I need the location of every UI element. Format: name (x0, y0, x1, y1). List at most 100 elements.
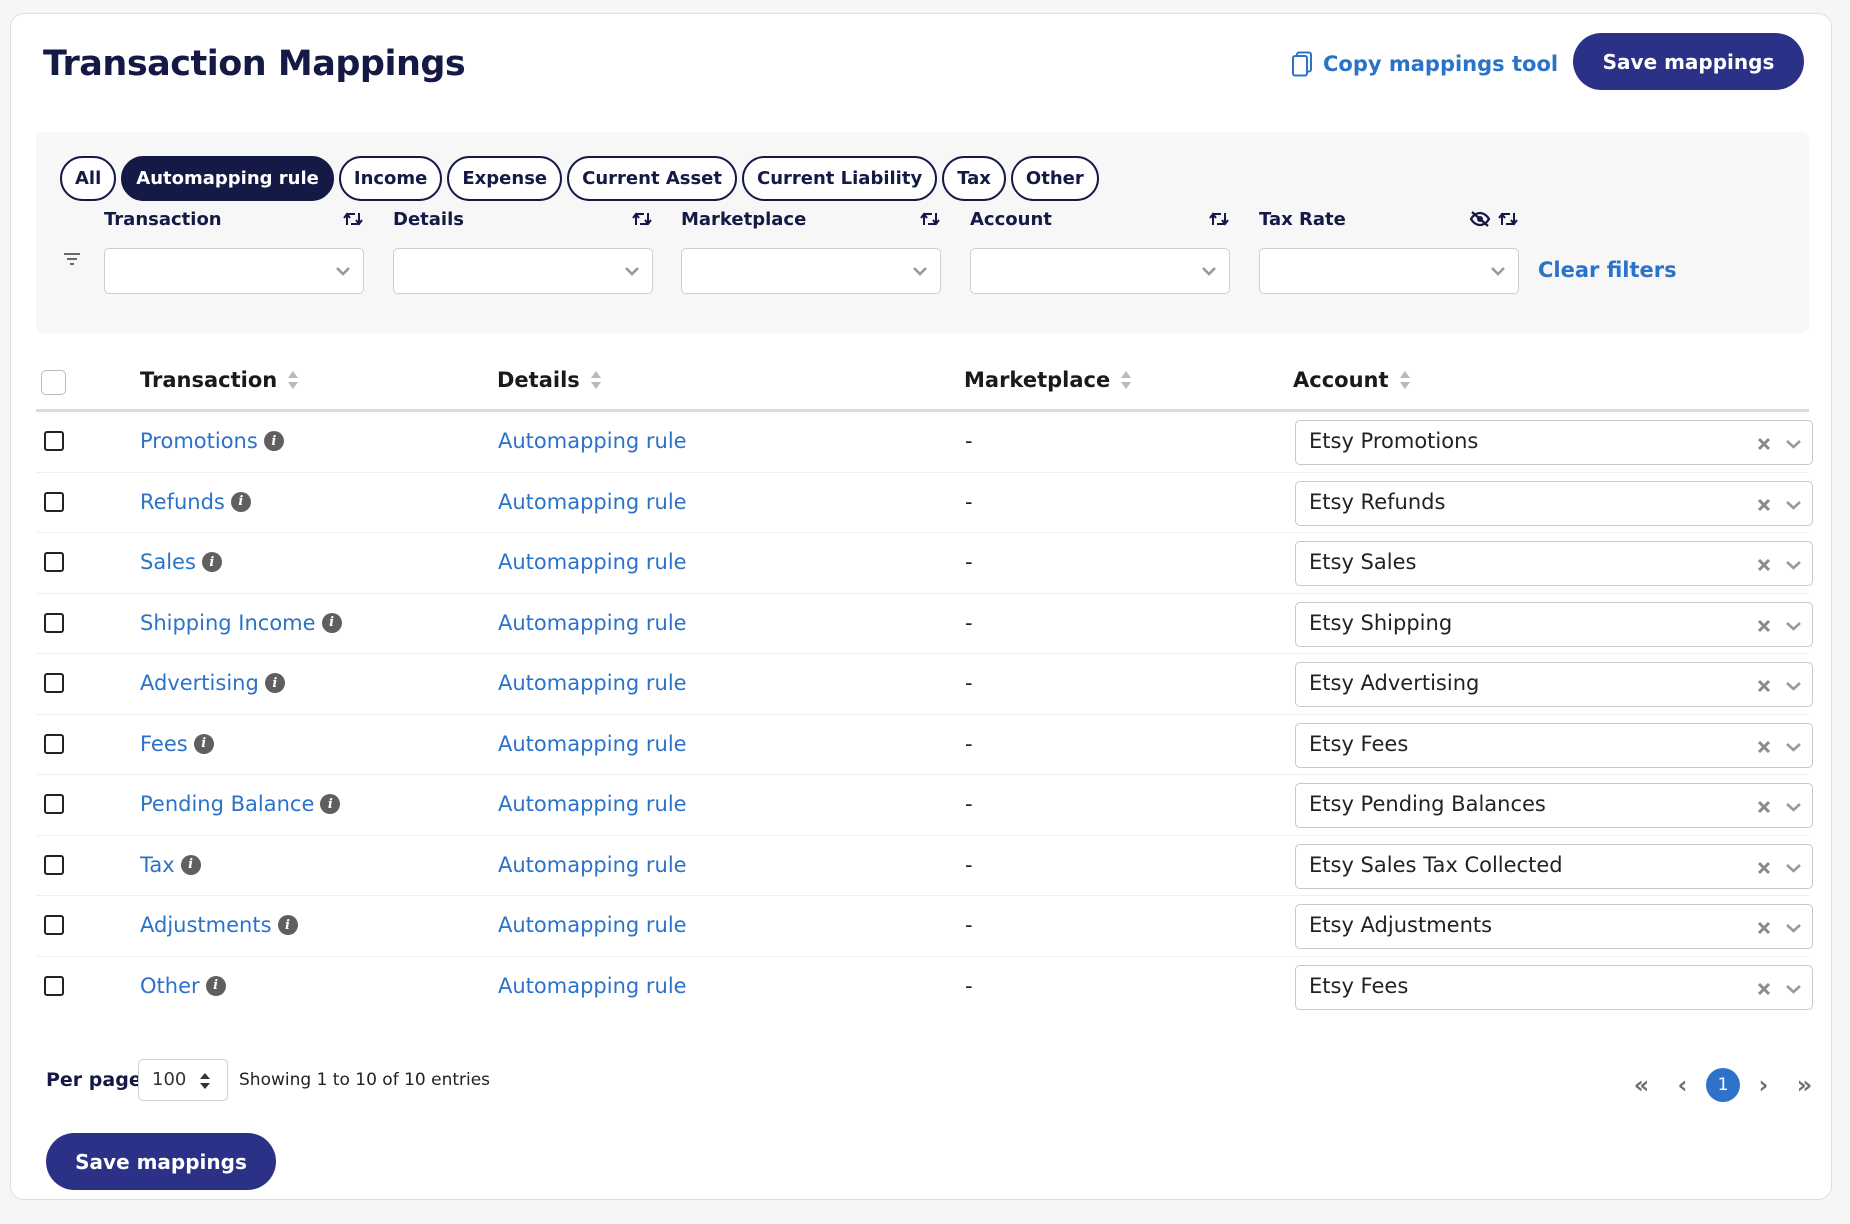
sort-icon (1399, 371, 1410, 389)
clear-icon[interactable] (1756, 497, 1772, 513)
account-select[interactable]: Etsy Adjustments (1295, 904, 1813, 949)
row-checkbox[interactable] (44, 673, 64, 693)
per-page-select[interactable]: 100 (138, 1059, 228, 1101)
row-checkbox[interactable] (44, 431, 64, 451)
save-mappings-button-bottom[interactable]: Save mappings (46, 1133, 276, 1190)
info-icon[interactable]: i (201, 552, 222, 572)
transaction-link[interactable]: Advertising (140, 671, 259, 695)
column-header-marketplace[interactable]: Marketplace (964, 368, 1132, 392)
copy-mappings-tool-link[interactable]: Copy mappings tool (1291, 44, 1558, 84)
row-checkbox[interactable] (44, 975, 64, 996)
transaction-link[interactable]: Pending Balance (140, 792, 314, 816)
clear-icon[interactable] (1756, 436, 1772, 452)
clear-icon[interactable] (1756, 860, 1772, 876)
account-select[interactable]: Etsy Promotions (1295, 420, 1813, 465)
next-page-button[interactable]: › (1743, 1067, 1784, 1103)
info-icon[interactable]: i (321, 612, 342, 633)
pill-current-asset[interactable]: Current Asset (567, 156, 737, 201)
clear-icon[interactable] (1756, 678, 1772, 694)
row-checkbox[interactable] (44, 915, 64, 935)
column-header-details[interactable]: Details (497, 368, 602, 392)
pill-income[interactable]: Income (338, 156, 443, 201)
row-checkbox[interactable] (44, 854, 64, 875)
row-checkbox[interactable] (44, 612, 64, 633)
transaction-link[interactable]: Refunds (140, 490, 225, 514)
account-select[interactable]: Etsy Fees (1295, 722, 1813, 768)
info-icon[interactable]: i (277, 915, 298, 935)
filter-header: Marketplace (681, 204, 941, 234)
pill-automapping-rule[interactable]: Automapping rule (121, 156, 334, 201)
pill-all[interactable]: All (60, 156, 117, 201)
clear-icon[interactable] (1756, 920, 1772, 936)
details-link[interactable]: Automapping rule (498, 732, 687, 756)
column-header-account[interactable]: Account (1293, 368, 1411, 392)
details-link[interactable]: Automapping rule (498, 671, 687, 695)
account-select[interactable]: Etsy Shipping (1295, 601, 1813, 647)
chevron-down-icon (1786, 500, 1801, 510)
details-link[interactable]: Automapping rule (498, 611, 687, 635)
filter-select-tax-rate[interactable] (1259, 248, 1519, 294)
clear-icon[interactable] (1756, 981, 1772, 997)
details-link[interactable]: Automapping rule (498, 429, 687, 453)
info-icon[interactable]: i (320, 794, 341, 814)
info-icon[interactable]: i (230, 491, 251, 512)
sort-swap-icon[interactable] (1208, 211, 1230, 227)
transaction-link[interactable]: Promotions (140, 429, 258, 453)
transaction-link[interactable]: Sales (140, 550, 196, 574)
first-page-button[interactable]: « (1621, 1067, 1662, 1103)
info-icon[interactable]: i (180, 854, 201, 875)
pill-current-liability[interactable]: Current Liability (741, 156, 938, 201)
eye-slash-icon[interactable] (1469, 211, 1491, 227)
clear-icon[interactable] (1756, 618, 1772, 634)
save-mappings-button-top[interactable]: Save mappings (1573, 33, 1804, 90)
sort-swap-icon[interactable] (919, 211, 941, 227)
pill-tax[interactable]: Tax (942, 156, 1006, 201)
filter-select-details[interactable] (393, 248, 653, 294)
details-link[interactable]: Automapping rule (498, 913, 687, 937)
row-checkbox[interactable] (44, 794, 64, 814)
filter-select-marketplace[interactable] (681, 248, 941, 294)
sort-swap-icon[interactable] (1497, 211, 1519, 227)
pill-expense[interactable]: Expense (447, 156, 563, 201)
filter-header: Tax Rate (1259, 204, 1519, 234)
account-select[interactable]: Etsy Refunds (1295, 480, 1813, 526)
previous-page-button[interactable]: ‹ (1662, 1067, 1703, 1103)
current-page-button[interactable]: 1 (1706, 1068, 1740, 1102)
filter-lines-icon[interactable] (63, 252, 81, 266)
last-page-button[interactable]: » (1784, 1067, 1825, 1103)
transaction-link[interactable]: Other (140, 974, 200, 998)
filter-select-account[interactable] (970, 248, 1230, 294)
details-link[interactable]: Automapping rule (498, 974, 687, 998)
row-checkbox[interactable] (44, 733, 64, 754)
filter-tools (919, 211, 941, 227)
info-icon[interactable]: i (205, 975, 226, 996)
account-select[interactable]: Etsy Sales Tax Collected (1295, 843, 1813, 889)
account-select[interactable]: Etsy Sales (1295, 541, 1813, 586)
sort-swap-icon[interactable] (631, 211, 653, 227)
transaction-link[interactable]: Tax (140, 853, 175, 877)
sort-swap-icon[interactable] (342, 211, 364, 227)
info-icon[interactable]: i (264, 673, 285, 693)
row-checkbox[interactable] (44, 552, 64, 572)
details-link[interactable]: Automapping rule (498, 490, 687, 514)
clear-filters-link[interactable]: Clear filters (1538, 258, 1677, 282)
transaction-link[interactable]: Fees (140, 732, 188, 756)
account-select[interactable]: Etsy Advertising (1295, 662, 1813, 707)
clear-icon[interactable] (1756, 739, 1772, 755)
transaction-link[interactable]: Shipping Income (140, 611, 316, 635)
column-header-transaction[interactable]: Transaction (140, 368, 299, 392)
info-icon[interactable]: i (263, 431, 284, 451)
transaction-link[interactable]: Adjustments (140, 913, 272, 937)
select-all-checkbox[interactable] (41, 370, 66, 395)
filter-select-transaction[interactable] (104, 248, 364, 294)
account-select[interactable]: Etsy Pending Balances (1295, 783, 1813, 828)
clear-icon[interactable] (1756, 799, 1772, 815)
details-link[interactable]: Automapping rule (498, 550, 687, 574)
pill-other[interactable]: Other (1010, 156, 1099, 201)
row-checkbox[interactable] (44, 491, 64, 512)
account-select[interactable]: Etsy Fees (1295, 964, 1813, 1010)
details-link[interactable]: Automapping rule (498, 853, 687, 877)
clear-icon[interactable] (1756, 557, 1772, 573)
details-link[interactable]: Automapping rule (498, 792, 687, 816)
info-icon[interactable]: i (193, 733, 214, 754)
